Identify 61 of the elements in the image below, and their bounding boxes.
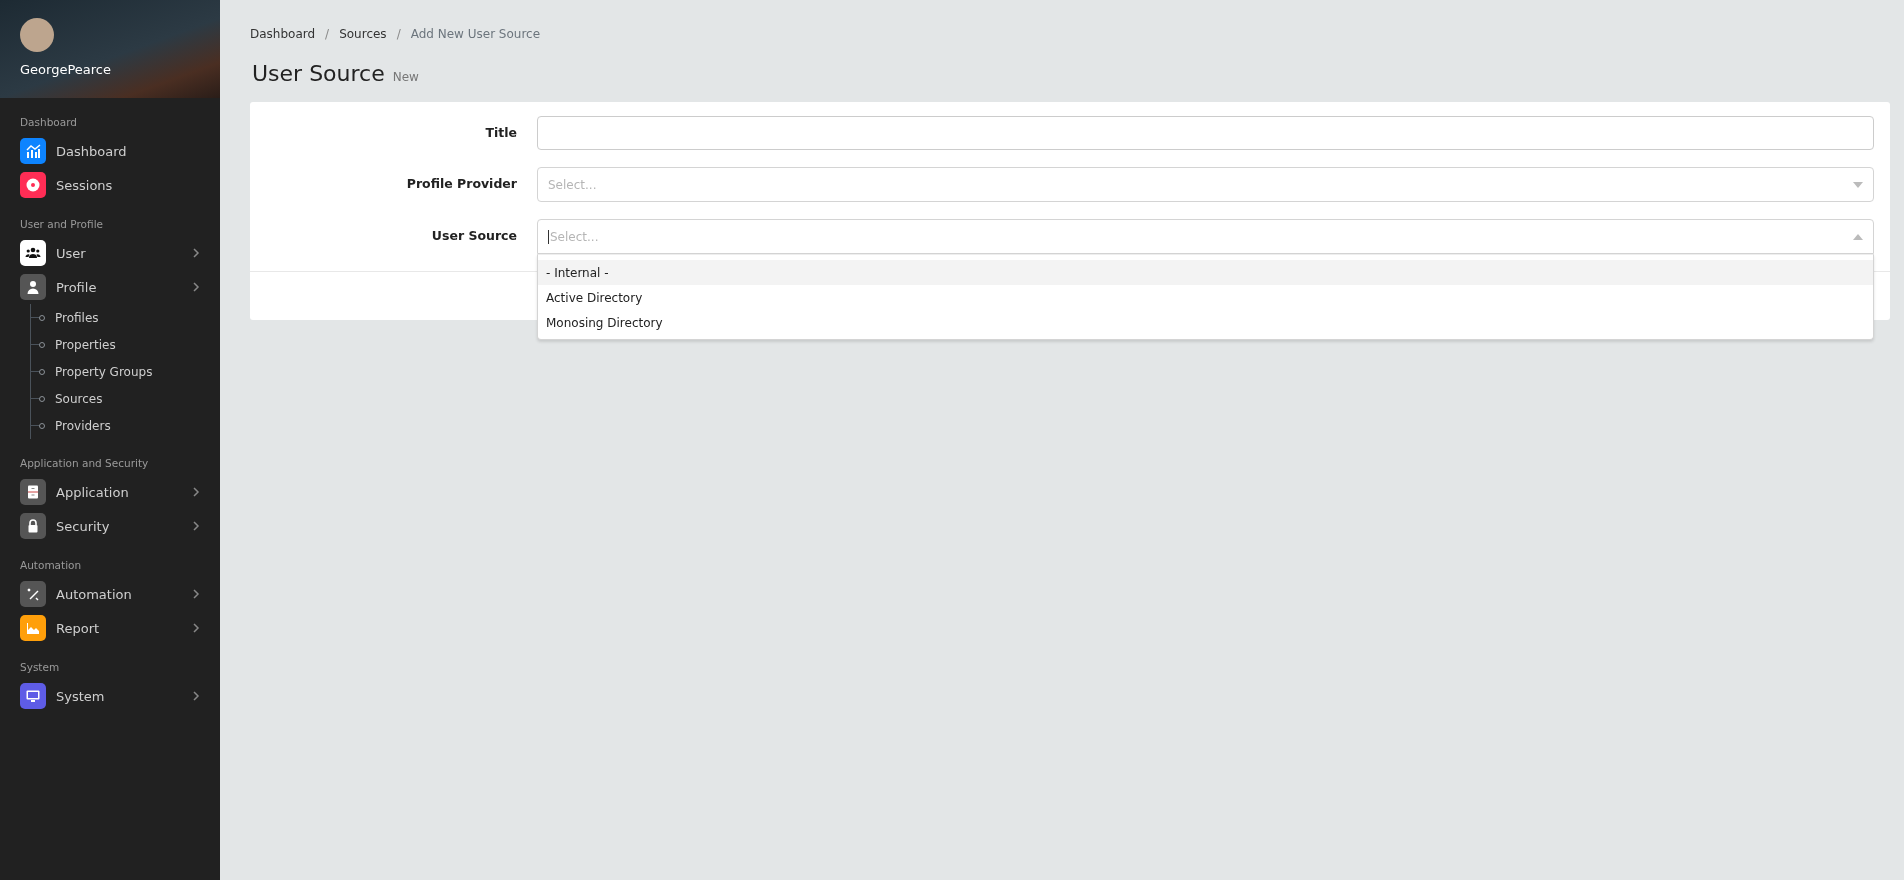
sidebar-item[interactable]: Profile — [0, 270, 220, 304]
submenu-item[interactable]: Profiles — [55, 310, 99, 325]
cabinet-icon — [25, 484, 41, 500]
user-name: GeorgePearce — [20, 62, 112, 77]
sidebar-section-title: User and Profile — [19, 218, 104, 230]
chevron-right-icon — [192, 589, 200, 599]
breadcrumb-link[interactable]: Add New User Source — [410, 27, 541, 41]
caret-up-icon — [1853, 233, 1863, 240]
sidebar-item-label: Dashboard — [56, 143, 128, 159]
sidebar-item-label: System — [56, 688, 106, 704]
monitor-icon — [25, 688, 41, 704]
sidebar-section-title: System — [19, 661, 61, 673]
dropdown-option[interactable]: - Internal - — [538, 260, 1873, 285]
submenu-item[interactable]: Property Groups — [55, 364, 153, 379]
submenu-item[interactable]: Providers — [55, 418, 111, 433]
sidebar-item-label: User — [56, 245, 87, 261]
breadcrumb-link[interactable]: Sources — [339, 27, 387, 41]
sidebar-item[interactable]: Dashboard — [0, 134, 220, 168]
submenu-item[interactable]: Sources — [55, 391, 103, 406]
magic-wand-icon — [25, 586, 41, 602]
sidebar-section-title: Automation — [19, 559, 83, 571]
chart-icon — [25, 143, 41, 159]
person-icon — [25, 279, 41, 295]
chevron-right-icon — [192, 487, 200, 497]
chevron-right-icon — [192, 282, 200, 292]
sidebar-item-label: Application — [56, 484, 130, 500]
field-label: Profile Provider — [405, 175, 517, 193]
submenu-item[interactable]: Properties — [55, 337, 116, 352]
title-input[interactable] — [537, 116, 1874, 150]
area-chart-icon — [25, 620, 41, 636]
sidebar-item[interactable]: Automation — [0, 577, 220, 611]
breadcrumb-separator: / — [396, 27, 401, 41]
breadcrumb-separator: / — [325, 27, 330, 41]
sidebar-item[interactable]: User — [0, 236, 220, 270]
sidebar-item-label: Report — [56, 620, 101, 636]
sidebar-item[interactable]: Sessions — [0, 168, 220, 202]
chevron-right-icon — [192, 691, 200, 701]
caret-down-icon — [1853, 181, 1863, 188]
chevron-right-icon — [192, 521, 200, 531]
chevron-right-icon — [192, 623, 200, 633]
sidebar-section-title: Application and Security — [19, 457, 150, 469]
sidebar-item[interactable]: System — [0, 679, 220, 713]
sidebar-item[interactable]: Security — [0, 509, 220, 543]
dropdown-option[interactable]: Active Directory — [538, 285, 1873, 310]
field-label: User Source — [430, 227, 517, 245]
sidebar-item-label: Security — [56, 518, 111, 534]
sidebar-item-label: Automation — [56, 586, 133, 602]
sidebar-item[interactable]: Application — [0, 475, 220, 509]
field-label: Title — [484, 124, 517, 142]
avatar — [20, 18, 54, 52]
sidebar-item-label: Profile — [56, 279, 98, 295]
breadcrumb-link[interactable]: Dashboard — [250, 27, 316, 41]
sidebar-section-title: Dashboard — [19, 116, 78, 128]
record-icon — [25, 177, 41, 193]
page-title: User Source — [252, 61, 385, 86]
sidebar-item[interactable]: Report — [0, 611, 220, 645]
sidebar-item-label: Sessions — [56, 177, 114, 193]
page-subtitle: New — [392, 70, 419, 84]
dropdown-option[interactable]: Monosing Directory — [538, 310, 1873, 335]
users-icon — [25, 245, 41, 261]
chevron-right-icon — [192, 248, 200, 258]
